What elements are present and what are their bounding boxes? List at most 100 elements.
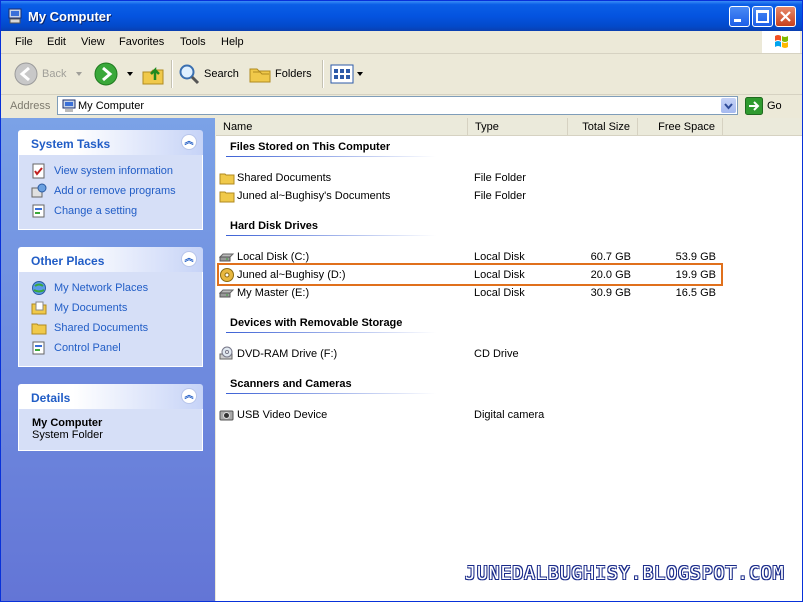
place-control-panel[interactable]: Control Panel xyxy=(19,338,202,358)
my-computer-icon xyxy=(8,8,22,24)
chevron-down-icon xyxy=(724,103,733,110)
group-divider xyxy=(226,156,436,157)
task-view-system-information[interactable]: View system information xyxy=(19,161,202,181)
collapse-chevron-icon[interactable]: ︽ xyxy=(181,251,197,267)
address-bar: Address My Computer Go xyxy=(1,95,802,117)
views-icon xyxy=(330,64,354,84)
chevron-down-icon xyxy=(76,72,83,76)
windows-logo xyxy=(762,31,800,53)
place-my-network-places[interactable]: My Network Places xyxy=(19,278,202,298)
folder-icon xyxy=(219,173,235,185)
title-bar[interactable]: My Computer xyxy=(1,1,802,31)
other-places-header[interactable]: Other Places ︽ xyxy=(18,247,203,272)
views-button[interactable] xyxy=(330,58,364,90)
forward-button[interactable] xyxy=(93,58,135,90)
minimize-button[interactable] xyxy=(729,6,750,27)
menu-file[interactable]: File xyxy=(15,36,33,48)
column-header-name[interactable]: Name xyxy=(216,118,468,136)
my-computer-icon xyxy=(62,99,76,112)
menu-favorites[interactable]: Favorites xyxy=(119,36,164,48)
group-title: Scanners and Cameras xyxy=(230,378,352,390)
list-item[interactable]: Juned al~Bughisy's Documents File Folder xyxy=(219,188,779,205)
address-dropdown-button[interactable] xyxy=(721,98,736,113)
column-header-total-size[interactable]: Total Size xyxy=(568,118,638,136)
maximize-icon xyxy=(756,10,769,23)
back-button[interactable]: Back xyxy=(13,58,84,90)
other-places-body: My Network Places My Documents Shared Do… xyxy=(18,272,203,367)
folder-icon xyxy=(219,191,235,203)
go-arrow-icon xyxy=(745,97,763,115)
folder-icon xyxy=(31,323,47,335)
other-places-panel: Other Places ︽ My Network Places My Docu… xyxy=(18,247,203,367)
task-pane: System Tasks ︽ View system information A… xyxy=(1,118,215,601)
details-name: My Computer xyxy=(32,417,103,429)
menu-bar: File Edit View Favorites Tools Help xyxy=(1,31,802,54)
menu-help[interactable]: Help xyxy=(221,36,244,48)
chevron-down-icon xyxy=(357,72,363,76)
up-folder-button[interactable] xyxy=(141,58,165,90)
group-title: Hard Disk Drives xyxy=(230,220,319,232)
group-title: Files Stored on This Computer xyxy=(230,141,391,153)
group-divider xyxy=(226,235,436,236)
network-places-icon xyxy=(32,281,46,295)
windows-flag-icon xyxy=(775,35,788,48)
toolbar-separator xyxy=(171,60,173,88)
list-item[interactable]: DVD-RAM Drive (F:) CD Drive xyxy=(219,346,779,363)
forward-arrow-icon xyxy=(94,62,118,86)
address-label: Address xyxy=(10,100,51,112)
go-button[interactable]: Go xyxy=(745,97,782,115)
folders-icon xyxy=(249,68,271,83)
system-tasks-body: View system information Add or remove pr… xyxy=(18,155,203,230)
group-title: Devices with Removable Storage xyxy=(230,317,403,329)
system-info-icon xyxy=(32,163,45,179)
up-folder-icon xyxy=(142,66,164,85)
back-arrow-icon xyxy=(14,62,38,86)
add-remove-programs-icon xyxy=(31,183,47,198)
column-header-free-space[interactable]: Free Space xyxy=(638,118,723,136)
system-tasks-panel: System Tasks ︽ View system information A… xyxy=(18,130,203,230)
address-value: My Computer xyxy=(78,100,145,112)
column-header-filler xyxy=(723,118,802,136)
menu-edit[interactable]: Edit xyxy=(47,36,66,48)
search-icon xyxy=(179,64,200,85)
place-shared-documents[interactable]: Shared Documents xyxy=(19,318,202,338)
collapse-chevron-icon[interactable]: ︽ xyxy=(181,388,197,404)
standard-toolbar: Back Search Folders xyxy=(1,54,802,95)
control-panel-icon xyxy=(32,204,45,218)
collapse-chevron-icon[interactable]: ︽ xyxy=(181,134,197,150)
search-button[interactable]: Search xyxy=(177,58,239,90)
close-button[interactable] xyxy=(775,6,796,27)
dvd-drive-icon xyxy=(219,346,233,360)
window-title: My Computer xyxy=(28,9,112,24)
task-add-remove-programs[interactable]: Add or remove programs xyxy=(19,181,202,201)
hard-drive-icon xyxy=(219,289,235,298)
details-body: My Computer System Folder xyxy=(18,409,203,451)
menu-tools[interactable]: Tools xyxy=(180,36,206,48)
group-divider xyxy=(226,393,436,394)
minimize-icon xyxy=(734,19,741,22)
toolbar-separator xyxy=(322,60,324,88)
close-icon xyxy=(780,11,791,22)
column-header-type[interactable]: Type xyxy=(468,118,568,136)
camera-icon xyxy=(219,410,234,421)
folders-button[interactable]: Folders xyxy=(248,58,312,90)
list-item[interactable]: Shared Documents File Folder xyxy=(219,170,779,187)
control-panel-icon xyxy=(32,341,45,355)
maximize-button[interactable] xyxy=(752,6,773,27)
highlight-box xyxy=(217,263,723,286)
details-type: System Folder xyxy=(32,429,103,441)
system-tasks-header[interactable]: System Tasks ︽ xyxy=(18,130,203,155)
my-documents-icon xyxy=(31,301,47,315)
watermark-text: JUNEDALBUGHISY.BLOGSPOT.COM xyxy=(465,563,785,584)
explorer-window: My Computer File Edit View Favorites Too… xyxy=(0,0,803,602)
details-panel: Details ︽ My Computer System Folder xyxy=(18,384,203,451)
place-my-documents[interactable]: My Documents xyxy=(19,298,202,318)
menu-view[interactable]: View xyxy=(81,36,105,48)
details-header[interactable]: Details ︽ xyxy=(18,384,203,409)
list-item[interactable]: My Master (E:) Local Disk 30.9 GB 16.5 G… xyxy=(219,285,779,302)
address-input[interactable]: My Computer xyxy=(57,96,738,115)
file-list-pane: Name Type Total Size Free Space Files St… xyxy=(216,118,802,601)
task-change-setting[interactable]: Change a setting xyxy=(19,201,202,221)
list-item[interactable]: USB Video Device Digital camera xyxy=(219,407,779,424)
chevron-down-icon xyxy=(127,72,133,76)
